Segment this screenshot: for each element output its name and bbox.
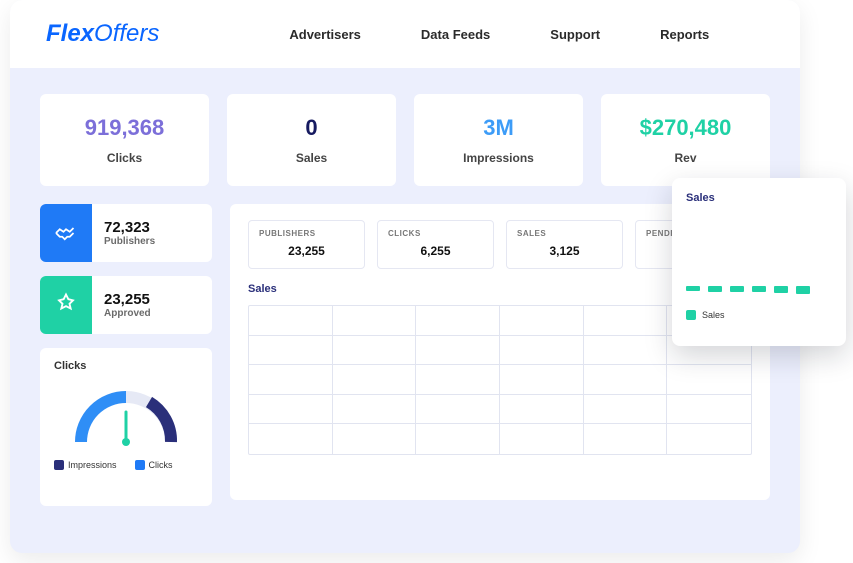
- mini-stat-clicks[interactable]: CLICKS 6,255: [377, 220, 494, 269]
- stat-label: Rev: [674, 151, 696, 165]
- card-publishers[interactable]: 72,323 Publishers: [40, 204, 212, 262]
- popup-legend-label: Sales: [702, 310, 725, 320]
- stat-label: Sales: [296, 151, 327, 165]
- legend-clicks: Clicks: [135, 460, 173, 470]
- popup-title: Sales: [686, 192, 832, 204]
- card-text: 72,323 Publishers: [104, 219, 155, 247]
- swatch-icon: [54, 460, 64, 470]
- popup-legend: Sales: [686, 310, 832, 320]
- stat-card-sales[interactable]: 0 Sales: [227, 94, 396, 186]
- mini-stat-publishers[interactable]: PUBLISHERS 23,255: [248, 220, 365, 269]
- nav-data-feeds[interactable]: Data Feeds: [421, 27, 490, 42]
- mini-stat-sales[interactable]: SALES 3,125: [506, 220, 623, 269]
- topbar: FlexOffers Advertisers Data Feeds Suppor…: [10, 0, 800, 68]
- card-value: 23,255: [104, 291, 151, 308]
- sales-popup[interactable]: Sales Sales: [672, 178, 846, 346]
- ms-value: 3,125: [517, 244, 612, 258]
- gauge-legend: Impressions Clicks: [54, 460, 198, 470]
- logo-text-flex: Flex: [46, 20, 94, 47]
- handshake-icon: [40, 204, 92, 262]
- ms-label: CLICKS: [388, 229, 483, 238]
- card-approved[interactable]: 23,255 Approved: [40, 276, 212, 334]
- ms-label: SALES: [517, 229, 612, 238]
- swatch-icon: [135, 460, 145, 470]
- card-text: 23,255 Approved: [104, 291, 151, 319]
- lower-row: 72,323 Publishers 23,255 Approved Clicks: [40, 204, 770, 506]
- ms-value: 23,255: [259, 244, 354, 258]
- sparkline-icon: [686, 286, 832, 292]
- card-label: Approved: [104, 308, 151, 319]
- nav-advertisers[interactable]: Advertisers: [289, 27, 361, 42]
- gauge-title: Clicks: [54, 360, 198, 372]
- swatch-icon: [686, 310, 696, 320]
- stat-value: 919,368: [85, 115, 165, 141]
- nav-reports[interactable]: Reports: [660, 27, 709, 42]
- stat-label: Clicks: [107, 151, 142, 165]
- stat-value: 0: [305, 115, 317, 141]
- legend-impressions: Impressions: [54, 460, 117, 470]
- gauge-card[interactable]: Clicks Impressions Clicks: [40, 348, 212, 506]
- stat-card-impressions[interactable]: 3M Impressions: [414, 94, 583, 186]
- star-icon: [40, 276, 92, 334]
- nav-support[interactable]: Support: [550, 27, 600, 42]
- logo-text-offers: Offers: [94, 20, 159, 47]
- stat-card-clicks[interactable]: 919,368 Clicks: [40, 94, 209, 186]
- logo[interactable]: FlexOffers: [46, 20, 159, 48]
- side-column: 72,323 Publishers 23,255 Approved Clicks: [40, 204, 212, 506]
- card-label: Publishers: [104, 236, 155, 247]
- gauge-chart: [54, 382, 198, 448]
- stat-value: 3M: [483, 115, 514, 141]
- stat-row: 919,368 Clicks 0 Sales 3M Impressions $2…: [40, 94, 770, 186]
- main-nav: Advertisers Data Feeds Support Reports: [289, 27, 709, 42]
- ms-label: PUBLISHERS: [259, 229, 354, 238]
- stat-label: Impressions: [463, 151, 534, 165]
- card-value: 72,323: [104, 219, 155, 236]
- stat-value: $270,480: [640, 115, 732, 141]
- stat-card-revenue[interactable]: $270,480 Rev: [601, 94, 770, 186]
- ms-value: 6,255: [388, 244, 483, 258]
